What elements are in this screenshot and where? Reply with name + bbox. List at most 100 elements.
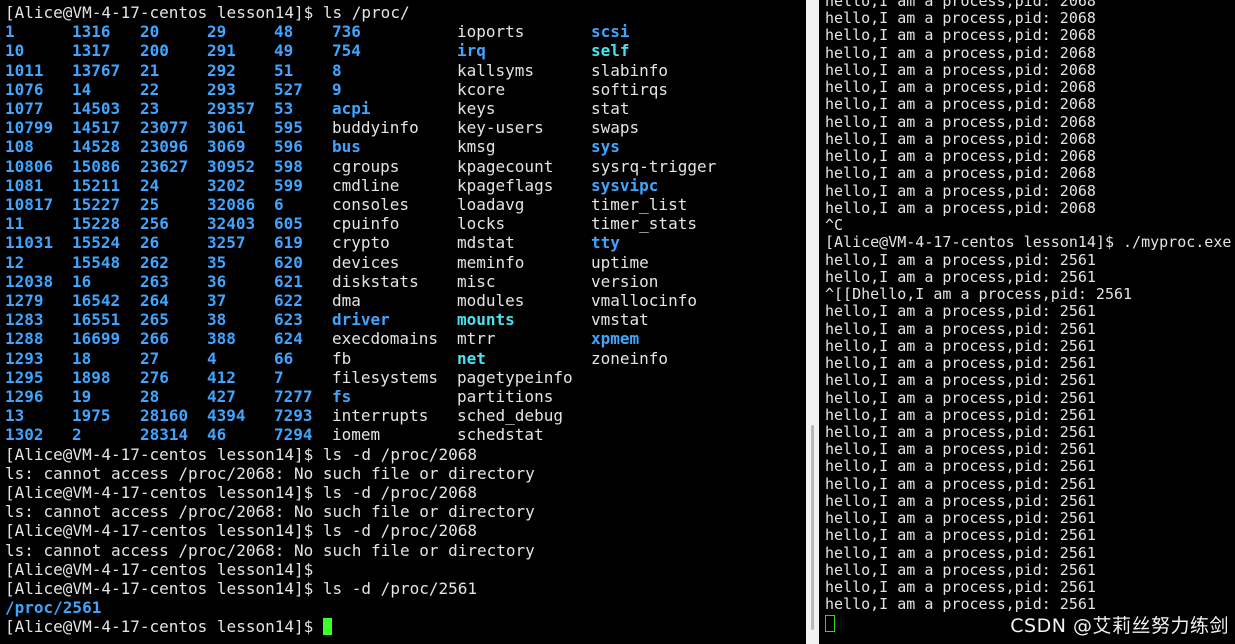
ls-proc-command-line: [Alice@VM-4-17-centos lesson14]$ ls /pro…: [5, 3, 410, 22]
output-line: hello,I am a process,pid: 2561: [825, 526, 1096, 545]
output-line: ^C: [825, 216, 844, 235]
proc-entry: 3069: [207, 137, 246, 157]
proc-entry: 24: [140, 175, 160, 195]
output-line: hello,I am a process,pid: 2561: [825, 578, 1096, 597]
proc-entry: 108: [5, 137, 34, 157]
output-line: hello,I am a process,pid: 2561: [825, 440, 1096, 459]
history-line: [Alice@VM-4-17-centos lesson14]$ ls -d /…: [5, 579, 478, 598]
proc-entry: uptime: [591, 252, 649, 272]
proc-entry: 15548: [72, 252, 121, 272]
proc-entry: 11031: [5, 233, 54, 253]
proc-entry: 36: [207, 271, 227, 291]
proc-entry: diskstats: [332, 271, 419, 291]
proc-entry: 28: [140, 387, 160, 406]
proc-entry: 37: [207, 291, 227, 310]
proc-entry: 15524: [72, 233, 121, 253]
proc-entry: version: [591, 271, 659, 291]
proc-entry: 23077: [140, 118, 189, 138]
proc-entry: 28314: [140, 425, 189, 445]
proc-entry: 19: [72, 387, 92, 406]
proc-entry: kpageflags: [457, 175, 554, 195]
proc-entry: 13: [5, 406, 25, 426]
scrollbar-thumb[interactable]: [811, 425, 814, 630]
proc-entry: 23096: [140, 137, 189, 157]
proc-entry: scsi: [591, 22, 630, 42]
proc-entry: 14503: [72, 99, 121, 118]
proc-entry: 11: [5, 214, 25, 234]
proc-entry: 1: [5, 22, 15, 42]
proc-entry: keys: [457, 99, 496, 118]
proc-entry: kcore: [457, 79, 506, 99]
proc-entry: self: [591, 41, 630, 61]
proc-entry: 3061: [207, 118, 246, 138]
proc-entry: modules: [457, 291, 525, 310]
terminal-cursor: [322, 618, 332, 636]
output-line: hello,I am a process,pid: 2561: [825, 319, 1096, 338]
proc-entry: 16699: [72, 329, 121, 349]
proc-entry: 622: [274, 291, 303, 310]
output-line: ^[[Dhello,I am a process,pid: 2561: [825, 285, 1133, 304]
output-line: hello,I am a process,pid: 2068: [825, 198, 1096, 217]
proc-entry: 623: [274, 310, 303, 330]
output-line: hello,I am a process,pid: 2068: [825, 60, 1096, 79]
proc-entry: 21: [140, 60, 160, 80]
proc-entry: sysrq-trigger: [591, 156, 717, 176]
proc-entry: vmstat: [591, 310, 649, 330]
proc-entry: 48: [274, 22, 294, 42]
output-line: hello,I am a process,pid: 2068: [825, 112, 1096, 131]
proc-entry: 619: [274, 233, 303, 253]
proc-entry: cpuinfo: [332, 214, 400, 234]
output-line: hello,I am a process,pid: 2068: [825, 95, 1096, 114]
output-line: hello,I am a process,pid: 2068: [825, 181, 1096, 200]
proc-entry: 38: [207, 310, 227, 330]
proc-entry: 14517: [72, 118, 121, 138]
proc-entry: 10799: [5, 118, 54, 138]
proc-entry: timer_list: [591, 195, 688, 214]
proc-entry: 16542: [72, 291, 121, 310]
output-line: hello,I am a process,pid: 2068: [825, 164, 1096, 183]
terminal-cursor-inactive: [825, 614, 835, 632]
proc-entry: 620: [274, 252, 303, 272]
proc-entry: sys: [591, 137, 620, 157]
proc-entry: 22: [140, 79, 160, 99]
proc-entry: 1296: [5, 387, 44, 406]
proc-entry: 14528: [72, 137, 121, 157]
output-line: hello,I am a process,pid: 2561: [825, 336, 1096, 355]
proc-entry: xpmem: [591, 329, 640, 349]
proc-entry: 26: [140, 233, 160, 253]
proc-entry: 598: [274, 156, 303, 176]
proc-entry: tty: [591, 233, 620, 253]
proc-entry: 599: [274, 175, 303, 195]
proc-entry: 29: [207, 22, 227, 42]
proc-entry: 256: [140, 214, 169, 234]
proc-entry: 265: [140, 310, 169, 330]
proc-entry: irq: [457, 41, 486, 61]
proc-entry: 200: [140, 41, 169, 61]
output-line: hello,I am a process,pid: 2561: [825, 405, 1096, 424]
output-line: [Alice@VM-4-17-centos lesson14]$ ./mypro…: [825, 233, 1232, 252]
proc-entry: 23627: [140, 156, 189, 176]
proc-entry: 1077: [5, 99, 44, 118]
output-line: hello,I am a process,pid: 2561: [825, 560, 1096, 579]
proc-entry: fs: [332, 387, 352, 406]
proc-entry: 736: [332, 22, 361, 42]
proc-entry: devices: [332, 252, 400, 272]
proc-entry: 276: [140, 367, 169, 387]
proc-entry: fb: [332, 348, 352, 368]
left-terminal-pane[interactable]: [Alice@VM-4-17-centos lesson14]$ ls /pro…: [0, 0, 806, 644]
proc-entry: 1279: [5, 291, 44, 310]
proc-entry: 28160: [140, 406, 189, 426]
right-terminal-pane[interactable]: hello,I am a process,pid: 2068 hello,I am…: [819, 0, 1235, 644]
active-prompt-line[interactable]: [Alice@VM-4-17-centos lesson14]$: [5, 617, 332, 636]
proc-entry: crypto: [332, 233, 390, 253]
proc-entry: iomem: [332, 425, 381, 445]
proc-entry: 66: [274, 348, 294, 368]
proc-entry: key-users: [457, 118, 544, 138]
pane-scrollbar[interactable]: [806, 0, 819, 644]
proc-entry: 32403: [207, 214, 256, 234]
proc-entry: locks: [457, 214, 506, 234]
output-line: hello,I am a process,pid: 2561: [825, 302, 1096, 321]
proc-entry: 9: [332, 79, 342, 99]
output-line: hello,I am a process,pid: 2561: [825, 354, 1096, 373]
history-line: ls: cannot access /proc/2068: No such fi…: [5, 540, 535, 560]
